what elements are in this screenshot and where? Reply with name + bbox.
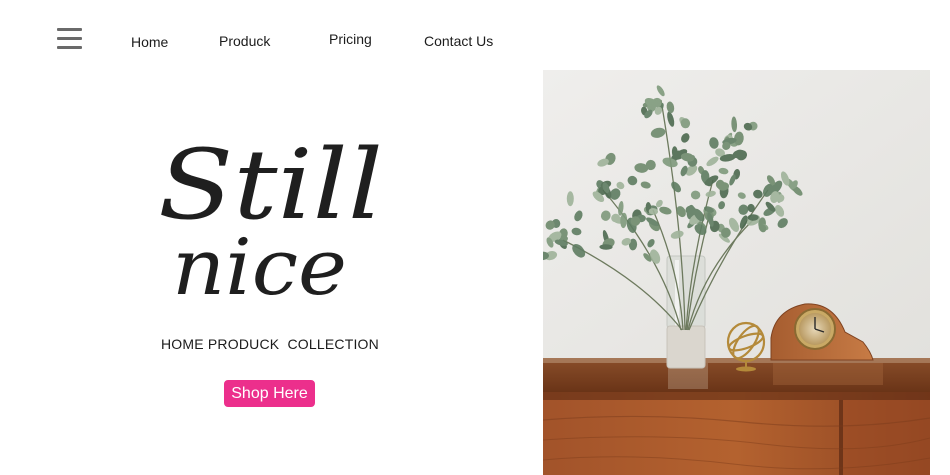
menu-bar-middle — [57, 37, 82, 40]
nav-link-product[interactable]: Produck — [219, 33, 270, 49]
shop-here-button[interactable]: Shop Here — [224, 380, 315, 407]
menu-bar-bottom — [57, 46, 82, 49]
hamburger-menu-icon[interactable] — [57, 28, 82, 50]
nav-link-pricing[interactable]: Pricing — [329, 31, 372, 47]
hero-title-svg: Still nice — [158, 129, 383, 308]
hero-title-line2: nice — [172, 223, 347, 308]
hero-photo — [543, 70, 930, 475]
menu-bar-top — [57, 28, 82, 31]
hero-subtitle: HOME PRODUCK COLLECTION — [161, 336, 379, 352]
landing-page: Home Produck Pricing Contact Us Still ni… — [0, 0, 950, 475]
eucalyptus-leaf — [566, 191, 574, 207]
nav-link-contact-us[interactable]: Contact Us — [424, 33, 493, 49]
eucalyptus-leaf — [747, 214, 759, 221]
hero-photo-illustration — [543, 70, 930, 475]
nav-link-home[interactable]: Home — [131, 34, 168, 50]
hero-title: Still nice — [150, 118, 400, 308]
